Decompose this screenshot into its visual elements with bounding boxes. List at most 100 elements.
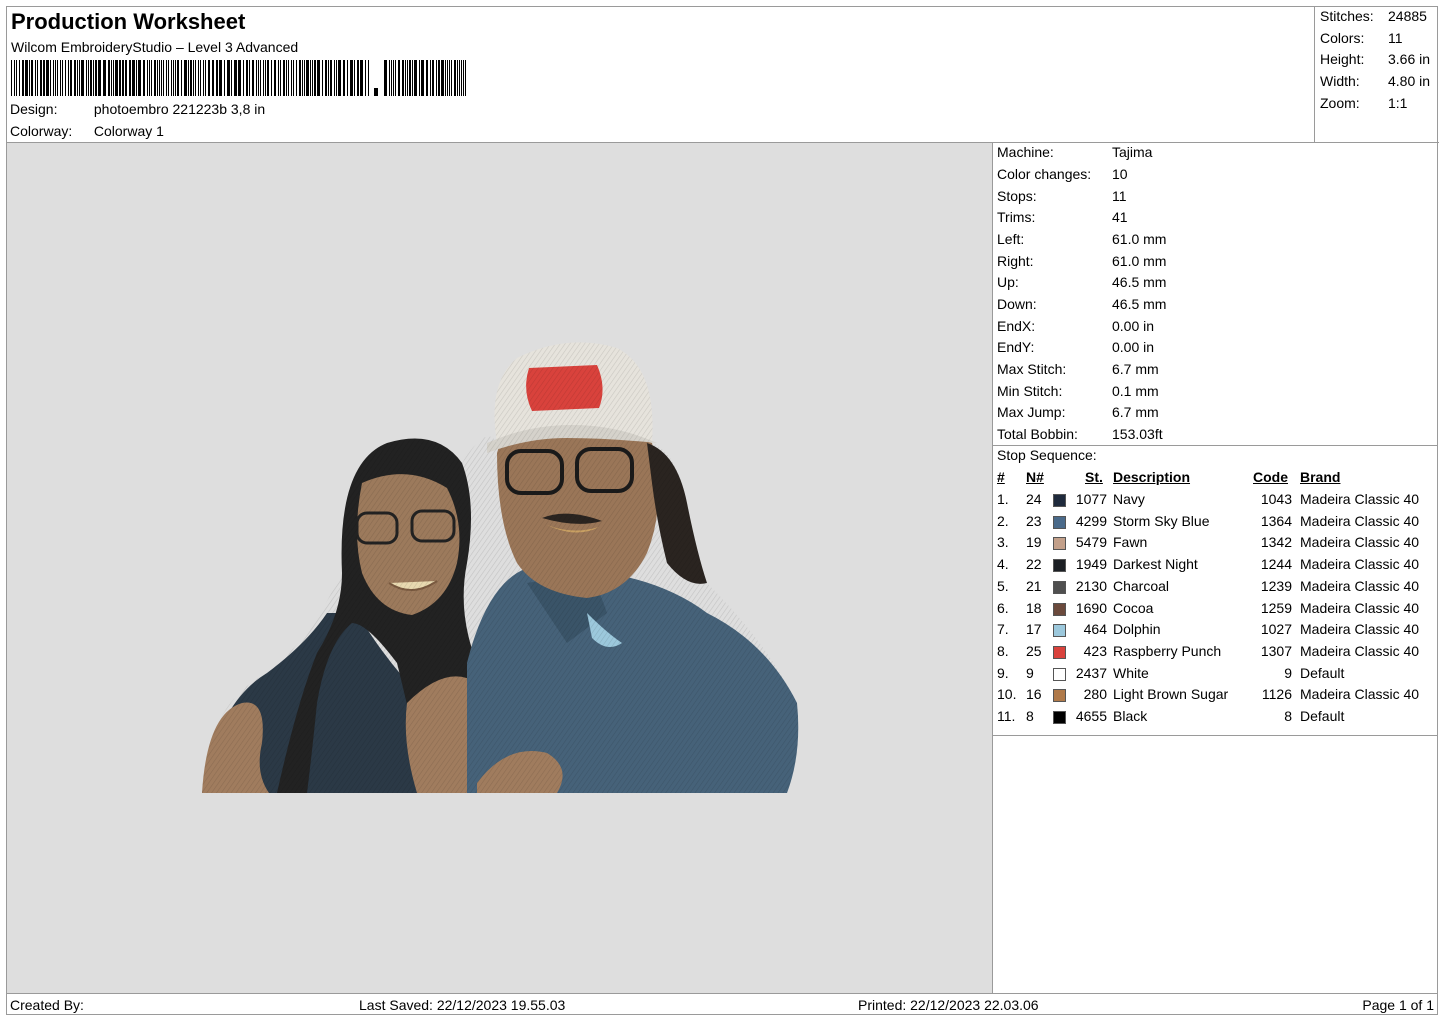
stop-code: 1027 — [1260, 621, 1292, 638]
stop-code: 1307 — [1260, 642, 1292, 659]
summary-row: Height: 3.66 in — [1320, 51, 1430, 67]
last-saved: Last Saved: 22/12/2023 19.55.03 — [359, 997, 566, 1013]
machine-label: EndX: — [997, 318, 1036, 334]
stop-row: 11. 8 4655 Black 8 Default — [993, 708, 1438, 729]
design-preview — [7, 143, 993, 993]
barcode-image — [11, 60, 466, 96]
machine-label: Stops: — [997, 188, 1037, 204]
stop-num: 1. — [997, 491, 1009, 507]
summary-value: 11 — [1388, 30, 1403, 46]
color-swatch — [1053, 645, 1066, 659]
design-value: photoembro 221223b 3,8 in — [93, 101, 266, 117]
production-worksheet: Production Worksheet Wilcom EmbroiderySt… — [6, 6, 1439, 1016]
stop-row: 1. 24 1077 Navy 1043 Madeira Classic 40 — [993, 491, 1438, 512]
machine-value: 10 — [1112, 166, 1128, 182]
summary-value: 4.80 in — [1388, 73, 1431, 89]
stop-code: 1239 — [1260, 577, 1292, 594]
col-header-description: Description — [1113, 469, 1191, 485]
machine-label: Right: — [997, 253, 1034, 269]
stop-row: 7. 17 464 Dolphin 1027 Madeira Classic 40 — [993, 621, 1438, 642]
worksheet-header: Production Worksheet Wilcom EmbroiderySt… — [7, 7, 1314, 143]
divider — [993, 735, 1438, 736]
color-swatch — [1053, 711, 1066, 724]
machine-row: Trims: 41 — [997, 209, 1128, 225]
stop-code: 9 — [1284, 664, 1292, 681]
stop-needle: 9 — [1026, 664, 1034, 681]
stop-brand: Madeira Classic 40 — [1300, 534, 1420, 551]
stop-row: 9. 9 2437 White 9 Default — [993, 665, 1438, 686]
machine-label: Machine: — [997, 144, 1054, 160]
stop-description: Navy — [1113, 491, 1145, 507]
machine-value: 41 — [1112, 209, 1128, 225]
color-swatch — [1053, 624, 1066, 638]
stop-code: 1342 — [1260, 534, 1292, 551]
machine-label: Min Stitch: — [997, 383, 1063, 399]
summary-label: Zoom: — [1320, 95, 1360, 111]
summary-value: 1:1 — [1388, 95, 1408, 111]
machine-row: Right: 61.0 mm — [997, 253, 1166, 269]
machine-label: Color changes: — [997, 166, 1092, 182]
stop-sequence-title: Stop Sequence: — [997, 447, 1097, 463]
machine-label: Total Bobbin: — [997, 426, 1078, 442]
stop-needle: 19 — [1026, 534, 1042, 551]
embroidery-portrait-image — [202, 342, 799, 793]
stop-stitches: 1949 — [1075, 556, 1107, 573]
machine-value: 0.00 in — [1112, 318, 1155, 334]
machine-label: Trims: — [997, 209, 1036, 225]
stop-stitches: 280 — [1083, 686, 1107, 703]
stop-needle: 21 — [1026, 577, 1042, 594]
stop-description: Cocoa — [1113, 599, 1154, 616]
color-swatch — [1053, 494, 1066, 507]
machine-label: Down: — [997, 296, 1037, 312]
stop-description: Light Brown Sugar — [1113, 686, 1229, 703]
stop-brand: Default — [1300, 664, 1345, 681]
stop-description: Darkest Night — [1113, 556, 1198, 573]
summary-label: Stitches: — [1320, 8, 1374, 24]
worksheet-footer: Created By: Last Saved: 22/12/2023 19.55… — [7, 993, 1438, 1016]
machine-row: Left: 61.0 mm — [997, 231, 1166, 247]
summary-value: 3.66 in — [1388, 51, 1431, 67]
color-swatch — [1053, 537, 1066, 551]
stop-stitches: 2130 — [1075, 577, 1107, 594]
stop-description: Raspberry Punch — [1113, 642, 1222, 659]
color-swatch — [1053, 559, 1066, 573]
stop-brand: Madeira Classic 40 — [1300, 512, 1420, 529]
summary-row: Colors: 11 — [1320, 30, 1403, 46]
stop-row: 4. 22 1949 Darkest Night 1244 Madeira Classic… — [993, 556, 1438, 577]
stop-description: Black — [1113, 708, 1148, 724]
color-swatch — [1053, 667, 1066, 681]
col-header-code: Code — [1253, 469, 1288, 485]
stop-stitches: 1690 — [1075, 599, 1107, 616]
stop-num: 6. — [997, 599, 1009, 616]
stop-code: 1126 — [1261, 686, 1292, 703]
stop-needle: 17 — [1026, 621, 1042, 638]
stop-row: 6. 18 1690 Cocoa 1259 Madeira Classic 40 — [993, 600, 1438, 621]
machine-label: Max Jump: — [997, 404, 1066, 420]
machine-label: Up: — [997, 274, 1019, 290]
stop-brand: Madeira Classic 40 — [1300, 556, 1420, 573]
stop-code: 1043 — [1260, 491, 1292, 507]
stop-brand: Madeira Classic 40 — [1300, 577, 1420, 594]
col-header-num: # — [997, 469, 1005, 485]
color-swatch — [1053, 602, 1066, 616]
stop-needle: 22 — [1026, 556, 1042, 573]
divider — [993, 445, 1438, 446]
machine-value: 6.7 mm — [1112, 361, 1159, 377]
stop-description: Dolphin — [1113, 621, 1161, 638]
stop-num: 11. — [997, 708, 1016, 724]
summary-label: Width: — [1320, 73, 1360, 89]
machine-value: 11 — [1112, 188, 1127, 204]
color-swatch — [1053, 515, 1066, 529]
stop-code: 1244 — [1260, 556, 1292, 573]
summary-label: Colors: — [1320, 30, 1365, 46]
stop-stitches: 4655 — [1075, 708, 1107, 724]
col-header-stitches: St. — [1085, 469, 1103, 485]
machine-row: Down: 46.5 mm — [997, 296, 1166, 312]
stop-stitches: 423 — [1083, 642, 1107, 659]
colorway-label: Colorway: — [10, 123, 73, 139]
stop-num: 8. — [997, 642, 1009, 659]
stop-num: 9. — [997, 664, 1009, 681]
summary-row: Width: 4.80 in — [1320, 73, 1430, 89]
stop-description: White — [1113, 664, 1149, 681]
color-swatch — [1053, 580, 1066, 594]
